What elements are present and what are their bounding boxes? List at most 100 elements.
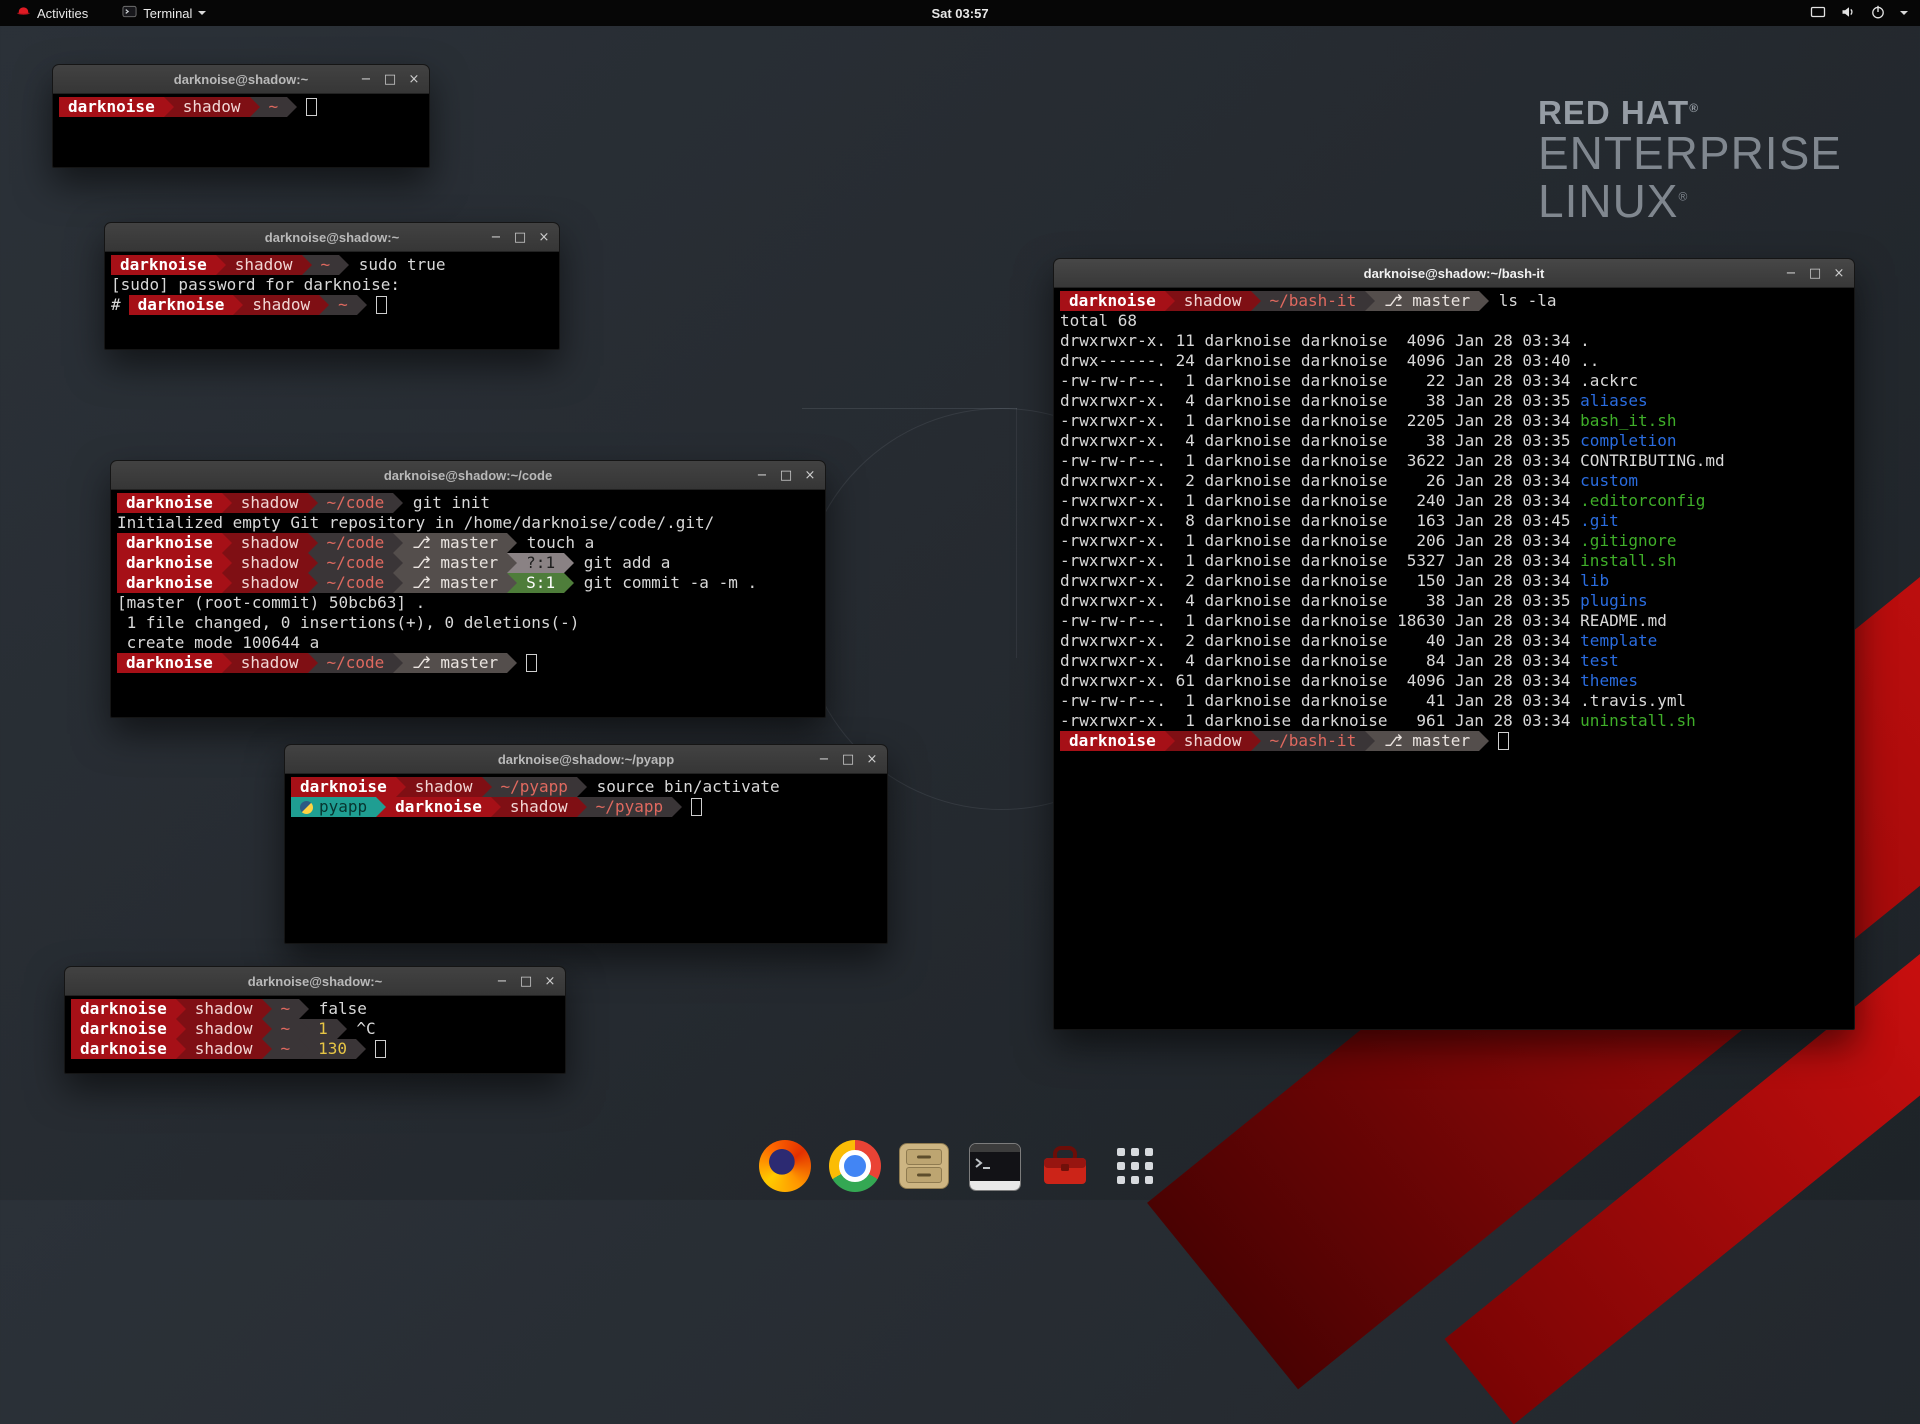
powerline-arrow-icon bbox=[222, 653, 232, 673]
dock-toolbox-icon[interactable] bbox=[1039, 1140, 1091, 1192]
terminal-line: drwxrwxr-x. 2 darknoise darknoise 26 Jan… bbox=[1060, 471, 1854, 491]
clock[interactable]: Sat 03:57 bbox=[931, 6, 988, 21]
minimize-button[interactable]: − bbox=[1782, 264, 1800, 282]
ls-entry-meta: drwx------. 24 darknoise darknoise 4096 … bbox=[1060, 351, 1580, 370]
ls-entry-meta: -rwxrwxr-x. 1 darknoise darknoise 2205 J… bbox=[1060, 411, 1580, 430]
terminal-line: drwxrwxr-x. 61 darknoise darknoise 4096 … bbox=[1060, 671, 1854, 691]
terminal-window-exit-codes[interactable]: darknoise@shadow:~ − □ × darknoiseshadow… bbox=[64, 966, 566, 1074]
minimize-button[interactable]: − bbox=[357, 70, 375, 88]
terminal-window-code[interactable]: darknoise@shadow:~/code − □ × darknoises… bbox=[110, 460, 826, 718]
dock-terminal-icon[interactable] bbox=[969, 1140, 1021, 1192]
display-icon[interactable] bbox=[1810, 4, 1826, 23]
close-button[interactable]: × bbox=[801, 466, 819, 484]
powerline-arrow-icon bbox=[222, 553, 232, 573]
prompt-segment-path: ~/code bbox=[318, 653, 394, 673]
powerline-arrow-icon bbox=[1479, 291, 1489, 311]
terminal-line: darknoiseshadow~/code⎇ master bbox=[117, 653, 825, 673]
dock-chrome-icon[interactable] bbox=[829, 1140, 881, 1192]
powerline-arrow-icon bbox=[308, 493, 318, 513]
powerline-arrow-icon bbox=[507, 573, 517, 593]
terminal-content[interactable]: darknoiseshadow~ sudo true[sudo] passwor… bbox=[105, 252, 559, 315]
terminal-content[interactable]: darknoiseshadow~/pyapp source bin/activa… bbox=[285, 774, 887, 817]
powerline-arrow-icon bbox=[287, 97, 297, 117]
terminal-mini-icon bbox=[122, 4, 137, 22]
terminal-line: darknoiseshadow~130 bbox=[71, 1039, 565, 1059]
maximize-button[interactable]: □ bbox=[511, 228, 529, 246]
ls-entry-name: .git bbox=[1580, 511, 1619, 530]
app-menu-terminal[interactable]: Terminal bbox=[116, 0, 212, 26]
maximize-button[interactable]: □ bbox=[517, 972, 535, 990]
terminal-line: darknoiseshadow~/bash-it⎇ master bbox=[1060, 731, 1854, 751]
prompt-segment-venv: pyapp bbox=[291, 797, 376, 817]
dock-firefox-icon[interactable] bbox=[759, 1140, 811, 1192]
terminal-content[interactable]: darknoiseshadow~ falsedarknoiseshadow~1 … bbox=[65, 996, 565, 1059]
terminal-line: pyappdarknoiseshadow~/pyapp bbox=[291, 797, 887, 817]
window-titlebar[interactable]: darknoise@shadow:~/pyapp − □ × bbox=[285, 745, 887, 774]
activities-label: Activities bbox=[37, 6, 88, 21]
root-prompt-hash: # bbox=[111, 295, 129, 315]
terminal-window-sudo[interactable]: darknoise@shadow:~ − □ × darknoiseshadow… bbox=[104, 222, 560, 350]
window-titlebar[interactable]: darknoise@shadow:~ − □ × bbox=[105, 223, 559, 252]
terminal-content[interactable]: darknoiseshadow~/code git initInitialize… bbox=[111, 490, 825, 673]
prompt-segment-path: ~/code bbox=[318, 533, 394, 553]
prompt-segment-user: darknoise bbox=[111, 255, 216, 275]
minimize-button[interactable]: − bbox=[815, 750, 833, 768]
prompt-segment-host: shadow bbox=[232, 493, 308, 513]
window-titlebar[interactable]: darknoise@shadow:~/bash-it − □ × bbox=[1054, 259, 1854, 288]
maximize-button[interactable]: □ bbox=[381, 70, 399, 88]
terminal-window-bash-it[interactable]: darknoise@shadow:~/bash-it − □ × darknoi… bbox=[1053, 258, 1855, 1030]
activities-button[interactable]: Activities bbox=[10, 0, 94, 26]
window-titlebar[interactable]: darknoise@shadow:~ − □ × bbox=[53, 65, 429, 94]
maximize-button[interactable]: □ bbox=[839, 750, 857, 768]
powerline-arrow-icon bbox=[176, 999, 186, 1019]
prompt-segment-path: ~/bash-it bbox=[1261, 731, 1366, 751]
dock-app-grid-icon[interactable] bbox=[1109, 1140, 1161, 1192]
terminal-content[interactable]: darknoiseshadow~ bbox=[53, 94, 429, 117]
prompt-segment-user: darknoise bbox=[117, 553, 222, 573]
close-button[interactable]: × bbox=[535, 228, 553, 246]
ls-entry-name: .editorconfig bbox=[1580, 491, 1705, 510]
prompt-segment-user: darknoise bbox=[129, 295, 234, 315]
prompt-segment-git: ⎇ master bbox=[403, 553, 507, 573]
window-titlebar[interactable]: darknoise@shadow:~ − □ × bbox=[65, 967, 565, 996]
ls-entry-name: README.md bbox=[1580, 611, 1667, 630]
close-button[interactable]: × bbox=[863, 750, 881, 768]
minimize-button[interactable]: − bbox=[487, 228, 505, 246]
terminal-line: -rwxrwxr-x. 1 darknoise darknoise 2205 J… bbox=[1060, 411, 1854, 431]
terminal-line: drwxrwxr-x. 8 darknoise darknoise 163 Ja… bbox=[1060, 511, 1854, 531]
python-venv-icon bbox=[300, 801, 313, 814]
volume-icon[interactable] bbox=[1840, 4, 1856, 23]
ls-entry-meta: drwxrwxr-x. 2 darknoise darknoise 40 Jan… bbox=[1060, 631, 1580, 650]
command-text: false bbox=[309, 999, 367, 1019]
terminal-content[interactable]: darknoiseshadow~/bash-it⎇ master ls -lat… bbox=[1054, 288, 1854, 751]
chevron-down-icon[interactable] bbox=[1900, 11, 1908, 15]
close-button[interactable]: × bbox=[405, 70, 423, 88]
prompt-segment-host: shadow bbox=[186, 999, 262, 1019]
powerline-arrow-icon bbox=[250, 97, 260, 117]
prompt-segment-user: darknoise bbox=[59, 97, 164, 117]
maximize-button[interactable]: □ bbox=[1806, 264, 1824, 282]
maximize-button[interactable]: □ bbox=[777, 466, 795, 484]
prompt-segment-host: shadow bbox=[406, 777, 482, 797]
ls-entry-name: custom bbox=[1580, 471, 1638, 490]
powerline-arrow-icon bbox=[1365, 291, 1375, 311]
minimize-button[interactable]: − bbox=[493, 972, 511, 990]
powerline-arrow-icon bbox=[1165, 291, 1175, 311]
powerline-arrow-icon bbox=[376, 797, 386, 817]
window-titlebar[interactable]: darknoise@shadow:~/code − □ × bbox=[111, 461, 825, 490]
minimize-button[interactable]: − bbox=[753, 466, 771, 484]
close-button[interactable]: × bbox=[1830, 264, 1848, 282]
terminal-window-home-1[interactable]: darknoise@shadow:~ − □ × darknoiseshadow… bbox=[52, 64, 430, 168]
close-button[interactable]: × bbox=[541, 972, 559, 990]
powerline-arrow-icon bbox=[396, 777, 406, 797]
prompt-segment-path: ~/code bbox=[318, 493, 394, 513]
ls-entry-name: uninstall.sh bbox=[1580, 711, 1696, 730]
dock-files-icon[interactable] bbox=[899, 1140, 951, 1192]
powerline-arrow-icon bbox=[357, 295, 367, 315]
window-title: darknoise@shadow:~/pyapp bbox=[498, 752, 674, 767]
ls-entry-meta: drwxrwxr-x. 4 darknoise darknoise 38 Jan… bbox=[1060, 391, 1580, 410]
powerline-arrow-icon bbox=[176, 1039, 186, 1059]
ls-entry-meta: drwxrwxr-x. 2 darknoise darknoise 26 Jan… bbox=[1060, 471, 1580, 490]
power-icon[interactable] bbox=[1870, 4, 1886, 23]
terminal-window-pyapp[interactable]: darknoise@shadow:~/pyapp − □ × darknoise… bbox=[284, 744, 888, 944]
